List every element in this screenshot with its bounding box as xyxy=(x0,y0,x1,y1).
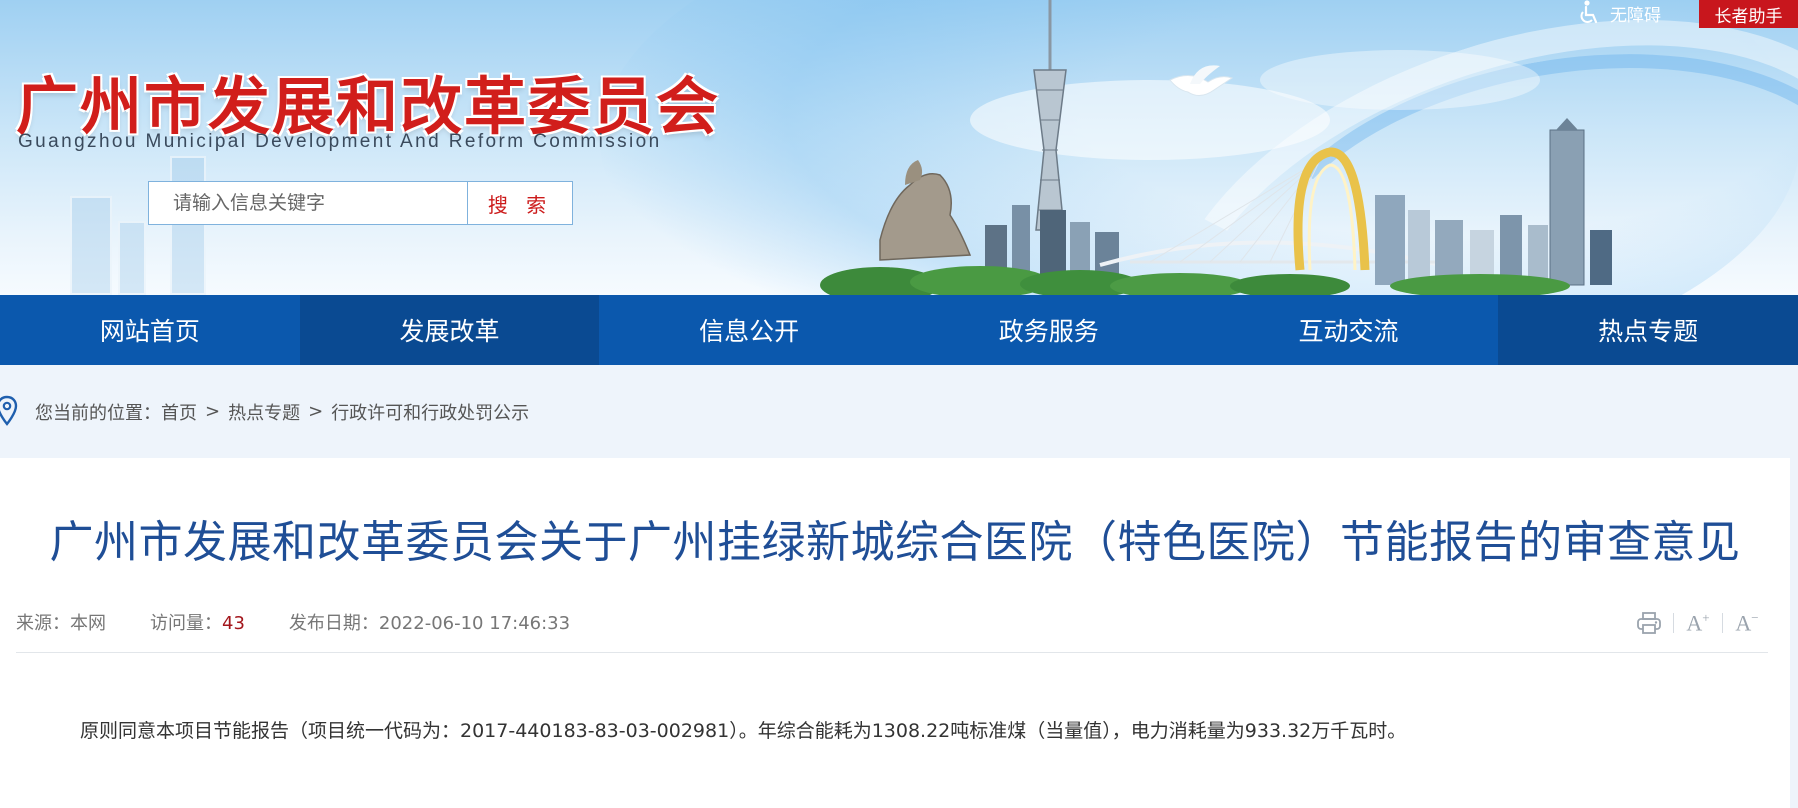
nav-item-interaction[interactable]: 互动交流 xyxy=(1198,295,1499,365)
meta-views-count: 43 xyxy=(222,613,245,634)
font-decrease-icon: A− xyxy=(1735,609,1759,636)
font-decrease-button[interactable]: A− xyxy=(1723,608,1771,638)
meta-source: 来源：本网 xyxy=(16,609,106,635)
accessibility-link[interactable]: 无障碍 xyxy=(1578,0,1661,26)
article-panel: 广州市发展和改革委员会关于广州挂绿新城综合医院（特色医院）节能报告的审查意见 来… xyxy=(0,458,1790,808)
nav-item-home[interactable]: 网站首页 xyxy=(0,295,300,365)
font-increase-button[interactable]: A+ xyxy=(1674,608,1722,638)
search-input[interactable] xyxy=(149,182,467,224)
breadcrumb: 您当前的位置： 首页 > 热点专题 > 行政许可和行政处罚公示 xyxy=(35,365,529,458)
nav-item-development-reform[interactable]: 发展改革 xyxy=(299,295,600,365)
breadcrumb-hot-topics[interactable]: 热点专题 xyxy=(228,399,300,425)
main-navigation: 网站首页 发展改革 信息公开 政务服务 互动交流 热点专题 xyxy=(0,295,1798,365)
article-tools: A+ A− xyxy=(1625,608,1771,638)
header-banner: 广州市发展和改革委员会 Guangzhou Municipal Developm… xyxy=(0,0,1798,295)
breadcrumb-bar: 您当前的位置： 首页 > 热点专题 > 行政许可和行政处罚公示 xyxy=(0,365,1798,458)
print-icon xyxy=(1637,612,1661,634)
breadcrumb-current[interactable]: 行政许可和行政处罚公示 xyxy=(331,399,529,425)
location-pin-icon xyxy=(0,395,18,426)
breadcrumb-separator: > xyxy=(308,401,324,422)
elder-assistant-button[interactable]: 长者助手 xyxy=(1699,0,1798,28)
accessibility-label: 无障碍 xyxy=(1610,5,1661,26)
article-title: 广州市发展和改革委员会关于广州挂绿新城综合医院（特色医院）节能报告的审查意见 xyxy=(49,517,1741,568)
meta-source-value: 本网 xyxy=(70,613,106,634)
breadcrumb-separator: > xyxy=(205,401,221,422)
wheelchair-icon xyxy=(1580,0,1598,24)
meta-divider xyxy=(16,652,1768,653)
meta-date-label: 发布日期： xyxy=(288,613,379,634)
meta-date: 发布日期：2022-06-10 17:46:33 xyxy=(289,609,570,635)
search-box: 搜 索 xyxy=(148,181,573,225)
meta-date-value: 2022-06-10 17:46:33 xyxy=(378,613,571,634)
site-subtitle-en: Guangzhou Municipal Development And Refo… xyxy=(18,131,662,152)
meta-source-label: 来源： xyxy=(16,613,70,634)
nav-item-government-services[interactable]: 政务服务 xyxy=(898,295,1199,365)
article-body: 原则同意本项目节能报告（项目统一代码为：2017-440183-83-03-00… xyxy=(80,720,1407,742)
font-increase-icon: A+ xyxy=(1686,609,1710,636)
article-meta: 来源：本网 访问量：43 发布日期：2022-06-10 17:46:33 xyxy=(16,609,614,635)
breadcrumb-prefix: 您当前的位置： xyxy=(35,402,161,424)
breadcrumb-home[interactable]: 首页 xyxy=(161,399,197,425)
nav-item-info-disclosure[interactable]: 信息公开 xyxy=(599,295,899,365)
meta-views: 访问量：43 xyxy=(150,609,245,635)
nav-item-hot-topics[interactable]: 热点专题 xyxy=(1498,295,1798,365)
print-button[interactable] xyxy=(1625,608,1673,638)
meta-views-label: 访问量： xyxy=(150,613,222,634)
search-button[interactable]: 搜 索 xyxy=(467,182,572,224)
